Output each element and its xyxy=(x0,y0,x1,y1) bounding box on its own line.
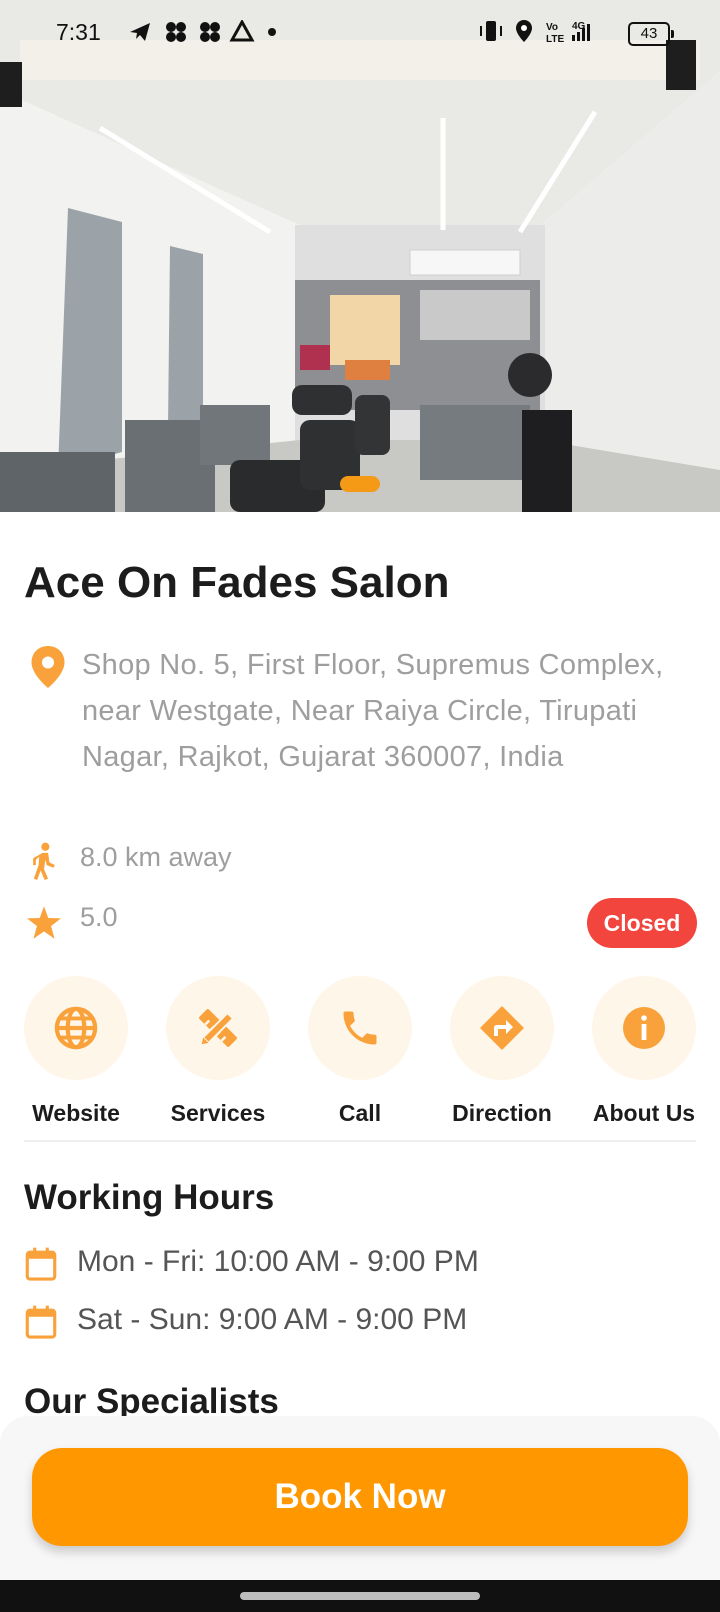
home-gesture-handle[interactable] xyxy=(240,1592,480,1600)
calendar-icon xyxy=(25,1247,57,1281)
carousel-page-indicator xyxy=(340,476,380,492)
location-icon xyxy=(516,20,532,42)
website-label: Website xyxy=(32,1100,120,1126)
globe-icon xyxy=(54,1006,98,1050)
services-label: Services xyxy=(170,1100,266,1126)
weekday-hours: Mon - Fri: 10:00 AM - 9:00 PM xyxy=(77,1245,479,1278)
working-hours-title: Working Hours xyxy=(24,1178,275,1217)
salon-photo-carousel[interactable] xyxy=(0,0,720,512)
drive-icon xyxy=(229,20,255,42)
salon-distance: 8.0 km away xyxy=(80,842,232,872)
about-us-label: About Us xyxy=(592,1100,696,1126)
svg-text:LTE: LTE xyxy=(546,34,564,45)
weekend-hours: Sat - Sun: 9:00 AM - 9:00 PM xyxy=(77,1303,468,1336)
direction-button[interactable]: Direction xyxy=(432,976,572,1136)
info-icon xyxy=(623,1007,665,1049)
salon-interior-image xyxy=(0,0,720,512)
section-divider xyxy=(24,1140,696,1142)
phone-icon xyxy=(343,1011,377,1045)
status-time: 7:31 xyxy=(56,19,101,45)
direction-label: Direction xyxy=(452,1100,552,1126)
system-icons: VoLTE 4G xyxy=(480,20,590,45)
call-button[interactable]: Call xyxy=(290,976,430,1136)
call-label: Call xyxy=(338,1100,382,1126)
direction-icon xyxy=(480,1006,524,1050)
vibrate-icon xyxy=(480,21,502,41)
calendar-icon xyxy=(25,1305,57,1339)
telegram-icon xyxy=(130,23,150,41)
services-button[interactable]: Services xyxy=(148,976,288,1136)
dot-icon xyxy=(268,28,276,36)
status-badge: Closed xyxy=(587,898,697,948)
book-now-button[interactable]: Book Now xyxy=(32,1448,688,1546)
location-pin-icon xyxy=(31,646,65,688)
salon-address: Shop No. 5, First Floor, Supremus Comple… xyxy=(82,649,664,773)
salon-rating: 5.0 xyxy=(80,902,118,932)
volte-icon: VoLTE xyxy=(546,22,564,45)
star-icon xyxy=(27,906,61,939)
svg-text:Vo: Vo xyxy=(546,22,558,33)
pinwheel-icon xyxy=(200,22,220,42)
about-us-button[interactable]: About Us xyxy=(574,976,714,1136)
website-button[interactable]: Website xyxy=(6,976,146,1136)
battery-indicator: 43 xyxy=(628,22,674,46)
signal-4g-icon: 4G xyxy=(572,21,590,41)
pinwheel-icon xyxy=(166,22,186,42)
walking-icon xyxy=(33,842,55,880)
tools-icon xyxy=(199,1009,237,1047)
status-bar: 7:31 Vo LTE 4G 43 xyxy=(0,0,720,64)
notification-icons xyxy=(130,20,276,42)
salon-name: Ace On Fades Salon xyxy=(24,558,450,607)
